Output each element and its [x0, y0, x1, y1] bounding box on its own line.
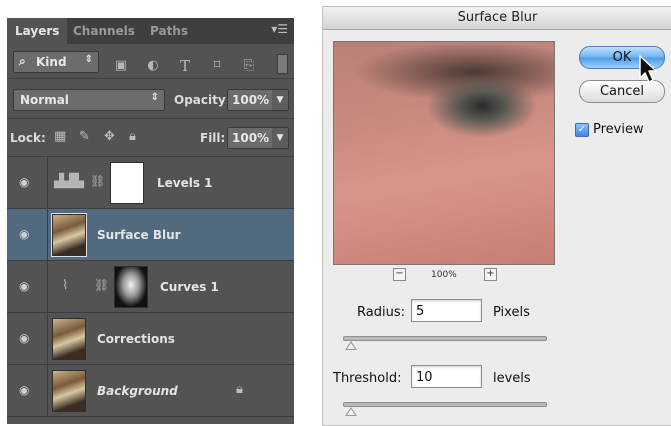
layer-row-background[interactable]: ◉ Background 🔒︎ [7, 365, 294, 417]
divider [7, 78, 294, 79]
panel-tabs: Layers Channels Paths ▾☰ [7, 18, 294, 44]
lock-all-icon[interactable]: 🔒︎ [129, 129, 136, 144]
filter-kind-label: Kind [36, 55, 67, 69]
divider [47, 365, 48, 416]
radius-label: Radius: [357, 305, 405, 320]
layer-row-surface-blur[interactable]: ◉ Surface Blur [7, 209, 294, 261]
shape-filter-icon[interactable]: ⌑ [209, 59, 225, 73]
eye-icon[interactable]: ◉ [19, 228, 35, 240]
divider [47, 313, 48, 364]
type-filter-icon[interactable]: T [177, 59, 193, 74]
lock-brush-icon[interactable]: ✎ [79, 129, 90, 144]
tab-paths[interactable]: Paths [150, 18, 188, 44]
threshold-slider-thumb[interactable] [345, 407, 357, 416]
radius-slider-track[interactable] [343, 336, 547, 341]
layer-name: Background [97, 384, 178, 398]
radius-input[interactable]: 5 [411, 299, 482, 322]
divider [47, 209, 48, 260]
eye-icon[interactable]: ◉ [19, 332, 35, 344]
layer-name: Levels 1 [157, 176, 213, 190]
blend-mode-value: Normal [20, 93, 69, 107]
lock-row: Lock: ▦ ✎ ✥ 🔒︎ Fill: 100% ▼ [7, 124, 294, 150]
tab-layers[interactable]: Layers [7, 18, 67, 44]
radius-unit: Pixels [493, 305, 530, 320]
search-icon: ⌕ [19, 54, 26, 68]
radius-slider-thumb[interactable] [345, 341, 357, 350]
curves-adjustment-icon: ⌇ [62, 278, 69, 293]
updown-chevron-icon: ⇕ [84, 54, 93, 65]
layer-thumbnail[interactable] [52, 370, 86, 412]
layer-name: Curves 1 [160, 280, 219, 294]
link-chain-icon: ⛓︎ [90, 174, 106, 188]
link-chain-icon: ⛓︎ [94, 278, 110, 292]
blend-row: Normal ⇕ Opacity: 100% ▼ [7, 86, 294, 112]
divider [47, 261, 48, 312]
preview-label: Preview [593, 122, 644, 137]
layer-row-curves[interactable]: ◉ ⌇ ⛓︎ Curves 1 [7, 261, 294, 313]
eye-icon[interactable]: ◉ [19, 384, 35, 396]
layer-name: Surface Blur [97, 228, 181, 242]
threshold-slider-track[interactable] [343, 402, 547, 407]
layer-thumbnail[interactable] [52, 318, 86, 360]
preview-image[interactable] [333, 41, 555, 265]
threshold-unit: levels [493, 371, 531, 386]
levels-adjustment-icon: ▟▟▙ [54, 174, 84, 189]
fill-value: 100% [232, 131, 270, 145]
layer-name: Corrections [97, 332, 175, 346]
dialog-title: Surface Blur [323, 7, 671, 30]
threshold-input[interactable]: 10 [411, 365, 482, 388]
opacity-field[interactable]: 100% ▼ [227, 89, 289, 111]
lock-icon: 🔒︎ [236, 382, 243, 397]
blend-mode-select[interactable]: Normal ⇕ [13, 89, 165, 111]
adjustment-filter-icon[interactable]: ◐ [145, 59, 161, 73]
smart-object-filter-icon[interactable]: ⎘ [241, 59, 257, 73]
fill-label: Fill: [200, 131, 226, 145]
lock-label: Lock: [10, 131, 46, 145]
fill-field[interactable]: 100% ▼ [227, 127, 289, 149]
eye-icon[interactable]: ◉ [19, 176, 35, 188]
updown-chevron-icon: ⇕ [150, 92, 159, 103]
threshold-label: Threshold: [333, 371, 402, 386]
chevron-down-icon[interactable]: ▼ [272, 90, 288, 110]
panel-menu-icon[interactable]: ▾☰ [271, 22, 288, 36]
opacity-value: 100% [232, 93, 270, 107]
zoom-level: 100% [431, 270, 457, 280]
surface-blur-dialog: Surface Blur − 100% + OK Cancel ✓ Previe… [322, 6, 671, 426]
chevron-down-icon[interactable]: ▼ [272, 128, 288, 148]
tab-channels[interactable]: Channels [73, 18, 135, 44]
lock-transparent-icon[interactable]: ▦ [54, 129, 66, 144]
layer-mask-thumbnail[interactable] [110, 162, 144, 204]
filter-toggle-switch[interactable] [277, 54, 288, 74]
layer-row-corrections[interactable]: ◉ Corrections [7, 313, 294, 365]
layer-mask-thumbnail[interactable] [114, 266, 148, 308]
layers-panel: Layers Channels Paths ▾☰ ⌕ Kind ⇕ ▣ ◐ T … [7, 18, 294, 424]
layer-thumbnail[interactable] [51, 213, 87, 257]
eye-icon[interactable]: ◉ [19, 280, 35, 292]
zoom-in-button[interactable]: + [484, 268, 497, 281]
divider [7, 118, 294, 119]
preview-checkbox[interactable]: ✓ [575, 123, 589, 137]
zoom-out-button[interactable]: − [393, 268, 406, 281]
opacity-label: Opacity: [174, 93, 231, 107]
lock-position-icon[interactable]: ✥ [104, 129, 115, 144]
layer-row-levels[interactable]: ◉ ▟▟▙ ⛓︎ Levels 1 [7, 157, 294, 209]
filter-row: ⌕ Kind ⇕ ▣ ◐ T ⌑ ⎘ [7, 49, 294, 75]
divider [47, 157, 48, 208]
pixel-filter-icon[interactable]: ▣ [113, 59, 129, 73]
filter-kind-select[interactable]: ⌕ Kind ⇕ [13, 51, 99, 73]
mouse-pointer-icon [639, 55, 657, 83]
